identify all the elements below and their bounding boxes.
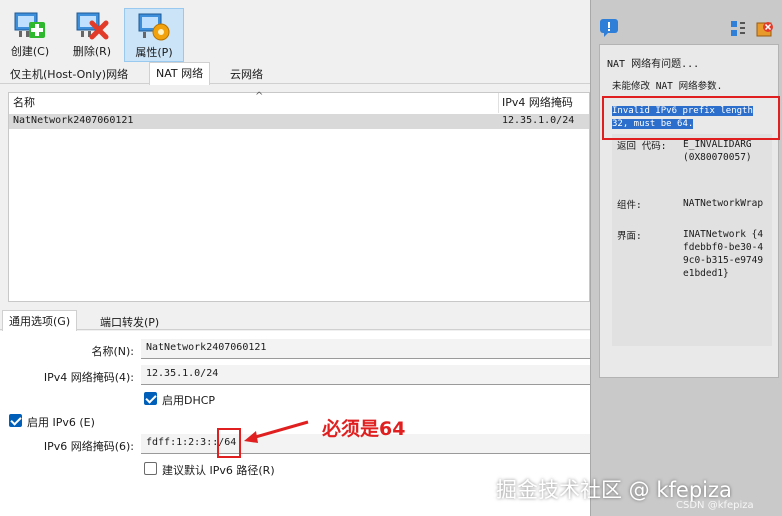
tab-general-options[interactable]: 通用选项(G) (2, 310, 78, 333)
error-details: 返回 代码: E_INVALIDARG (0X80070057) 组件: NAT… (612, 134, 772, 346)
default-route-checkbox[interactable] (144, 462, 157, 475)
message-bubble-icon (600, 19, 618, 37)
panel-header (591, 10, 782, 40)
delete-network-icon (75, 10, 109, 42)
name-label: 名称(N): (91, 345, 134, 358)
row-ipv4: 12.35.1.0/24 (502, 115, 575, 126)
annotation-text: 必须是64 (322, 418, 406, 440)
create-button[interactable]: 创建(C) (0, 8, 60, 62)
details-toggle-icon[interactable] (730, 20, 746, 38)
annotation-arrow-icon (244, 420, 309, 443)
error-title: NAT 网络有问题... (607, 59, 700, 70)
tab-nat-network[interactable]: NAT 网络 (149, 62, 211, 85)
ipv6-enable-label: 启用 IPv6 (E) (27, 416, 95, 429)
detail-value-return-code: E_INVALIDARG (0X80070057) (683, 139, 752, 163)
detail-key-return-code: 返回 代码: (617, 141, 667, 152)
dhcp-checkbox-label: 启用DHCP (162, 394, 216, 407)
detail-key-interface: 界面: (617, 231, 642, 242)
error-highlight-box (602, 96, 780, 140)
properties-button[interactable]: 属性(P) (124, 8, 184, 62)
ipv6-enable-checkbox[interactable] (9, 414, 22, 427)
watermark-csdn: CSDN @kfepiza (676, 500, 754, 511)
tab-cloud-network[interactable]: 云网络 (224, 64, 269, 84)
tab-port-forwarding[interactable]: 端口转发(P) (94, 312, 165, 332)
tab-host-only[interactable]: 仅主机(Host-Only)网络 (4, 64, 134, 84)
dhcp-checkbox[interactable] (144, 392, 157, 405)
network-type-tabs: 仅主机(Host-Only)网络 NAT 网络 云网络 (0, 62, 590, 85)
row-name: NatNetwork2407060121 (13, 115, 134, 126)
table-row[interactable]: NatNetwork2407060121 12.35.1.0/24 (9, 114, 589, 129)
sort-ascending-icon: ^ (255, 91, 264, 102)
error-message-box: NAT 网络有问题... 未能修改 NAT 网络参数. Invalid IPv6… (599, 44, 779, 378)
detail-value-component: NATNetworkWrap (683, 198, 764, 209)
properties-tabs: 通用选项(G) 端口转发(P) (0, 310, 590, 333)
error-panel: NAT 网络有问题... 未能修改 NAT 网络参数. Invalid IPv6… (590, 0, 782, 516)
create-network-icon (13, 10, 47, 42)
default-route-label: 建议默认 IPv6 路径(R) (162, 464, 275, 477)
properties-button-label: 属性(P) (135, 46, 173, 59)
error-subtitle: 未能修改 NAT 网络参数. (612, 81, 723, 92)
column-header-name[interactable]: 名称 (13, 93, 35, 113)
network-table: 名称 ^ IPv4 网络掩码 NatNetwork2407060121 12.3… (8, 91, 590, 302)
column-divider[interactable] (498, 93, 499, 113)
ipv6-prefix-label: IPv6 网络掩码(6): (43, 440, 134, 453)
delete-button-label: 删除(R) (72, 45, 112, 58)
name-field[interactable]: NatNetwork2407060121 (141, 339, 590, 359)
create-button-label: 创建(C) (10, 45, 50, 58)
ipv4-prefix-label: IPv4 网络掩码(4): (43, 371, 134, 384)
ipv4-prefix-field[interactable]: 12.35.1.0/24 (141, 365, 590, 385)
column-header-ipv4[interactable]: IPv4 网络掩码 (502, 93, 573, 113)
detail-value-interface: INATNetwork {4fdebbf0-be30-49c0-b315-e97… (683, 229, 764, 279)
toolbar: 创建(C) 删除(R) 属性(P) (0, 0, 590, 62)
annotation-highlight-box (217, 428, 241, 458)
properties-gear-icon (137, 11, 171, 43)
delete-button[interactable]: 删除(R) (62, 8, 122, 62)
detail-key-component: 组件: (617, 200, 642, 211)
close-panel-icon[interactable] (756, 20, 774, 38)
